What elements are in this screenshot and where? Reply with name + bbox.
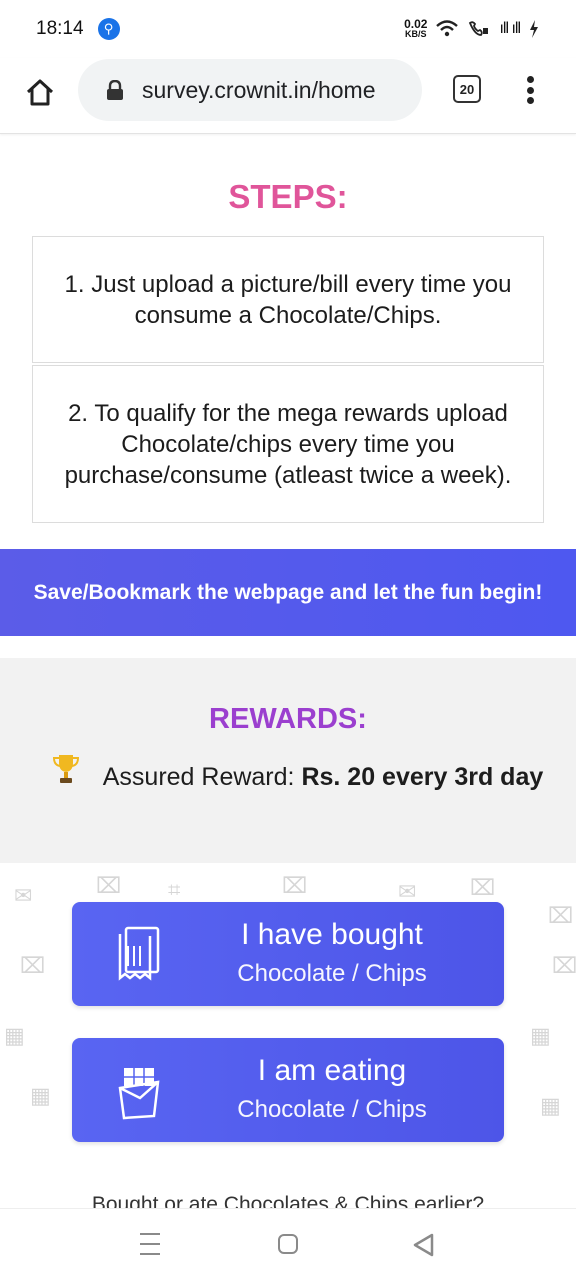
step-item: 2. To qualify for the mega rewards uploa…	[32, 365, 544, 523]
step-text: 1. Just upload a picture/bill every time…	[64, 270, 512, 329]
status-left: 18:14 ⚲	[36, 18, 120, 40]
eating-button-subtitle: Chocolate / Chips	[237, 1096, 427, 1123]
system-navigation-bar	[0, 1208, 576, 1280]
bought-button[interactable]: I have bought Chocolate / Chips	[72, 902, 504, 1006]
action-area: ✉ ⌧ ⌗ ⌧ ✉ ⌧ ⌧ ⌧ ⌧ ▦ ▦ ▦ ▦ I have bought …	[0, 863, 576, 1208]
network-speed: 0.02 KB/S	[404, 17, 428, 39]
bought-button-title: I have bought	[241, 918, 423, 951]
clock: 18:14	[36, 18, 84, 39]
receipt-doodle-icon: ⌧	[20, 953, 46, 978]
step-item: 1. Just upload a picture/bill every time…	[32, 236, 544, 363]
bookmark-banner: Save/Bookmark the webpage and let the fu…	[0, 549, 576, 636]
receipt-doodle-icon: ⌧	[96, 873, 122, 898]
receipt-doodle-icon: ⌧	[470, 875, 496, 900]
usb-icon: ⚲	[97, 18, 120, 40]
receipt-doodle-icon: ⌧	[552, 953, 576, 978]
overflow-menu-icon[interactable]	[520, 72, 540, 108]
url-text: survey.crownit.in/home	[142, 76, 376, 103]
signal-strength-icon: ıll ıll	[499, 20, 521, 37]
assured-reward-label: Assured Reward:	[102, 763, 302, 791]
status-bar: 18:14 ⚲ 0.02 KB/S ıll ıll	[0, 0, 576, 58]
assured-reward-value: Rs. 20 every 3rd day	[301, 763, 544, 791]
tab-switcher-button[interactable]: 20	[453, 75, 481, 103]
receipt-icon	[118, 926, 160, 981]
chocolate-doodle-icon: ✉	[14, 883, 33, 908]
network-speed-value: 0.02	[404, 17, 428, 31]
browser-toolbar: survey.crownit.in/home 20	[0, 58, 576, 134]
rewards-title: REWARDS:	[209, 703, 367, 735]
assured-reward-text: Assured Reward: Rs. 20 every 3rd day	[88, 761, 558, 793]
wifi-icon	[436, 20, 459, 37]
system-home-icon[interactable]	[278, 1234, 298, 1254]
steps-title: STEPS:	[228, 178, 348, 215]
home-icon	[26, 79, 54, 106]
bookmark-banner-text: Save/Bookmark the webpage and let the fu…	[33, 580, 543, 604]
chocolate-doodle-icon: ⌗	[168, 877, 181, 902]
receipt-doodle-icon: ⌧	[548, 903, 574, 928]
chocolate-bar-icon	[118, 1068, 160, 1120]
bought-button-subtitle: Chocolate / Chips	[237, 960, 427, 987]
charging-icon	[530, 20, 538, 38]
eating-button-title: I am eating	[257, 1054, 407, 1087]
chocolate-doodle-icon: ▦	[540, 1093, 561, 1118]
trophy-icon	[52, 755, 80, 783]
chocolate-doodle-icon: ▦	[4, 1023, 25, 1048]
status-right: 0.02 KB/S ıll ıll	[404, 17, 540, 39]
earlier-text[interactable]: Bought or ate Chocolates & Chips earlier…	[0, 1193, 576, 1208]
eating-button[interactable]: I am eating Chocolate / Chips	[72, 1038, 504, 1142]
back-icon[interactable]	[412, 1233, 434, 1257]
lock-icon	[106, 79, 124, 100]
chocolate-doodle-icon: ▦	[530, 1023, 551, 1048]
rewards-section: REWARDS: Assured Reward: Rs. 20 every 3r…	[0, 658, 576, 863]
step-text: 2. To qualify for the mega rewards uploa…	[64, 399, 512, 489]
home-button[interactable]	[22, 74, 58, 110]
url-bar[interactable]: survey.crownit.in/home	[78, 59, 422, 121]
wifi-calling-icon	[469, 21, 489, 36]
recents-icon[interactable]	[140, 1233, 160, 1255]
network-speed-unit: KB/S	[405, 29, 427, 39]
receipt-doodle-icon: ⌧	[282, 873, 308, 898]
chocolate-doodle-icon: ▦	[30, 1083, 51, 1108]
